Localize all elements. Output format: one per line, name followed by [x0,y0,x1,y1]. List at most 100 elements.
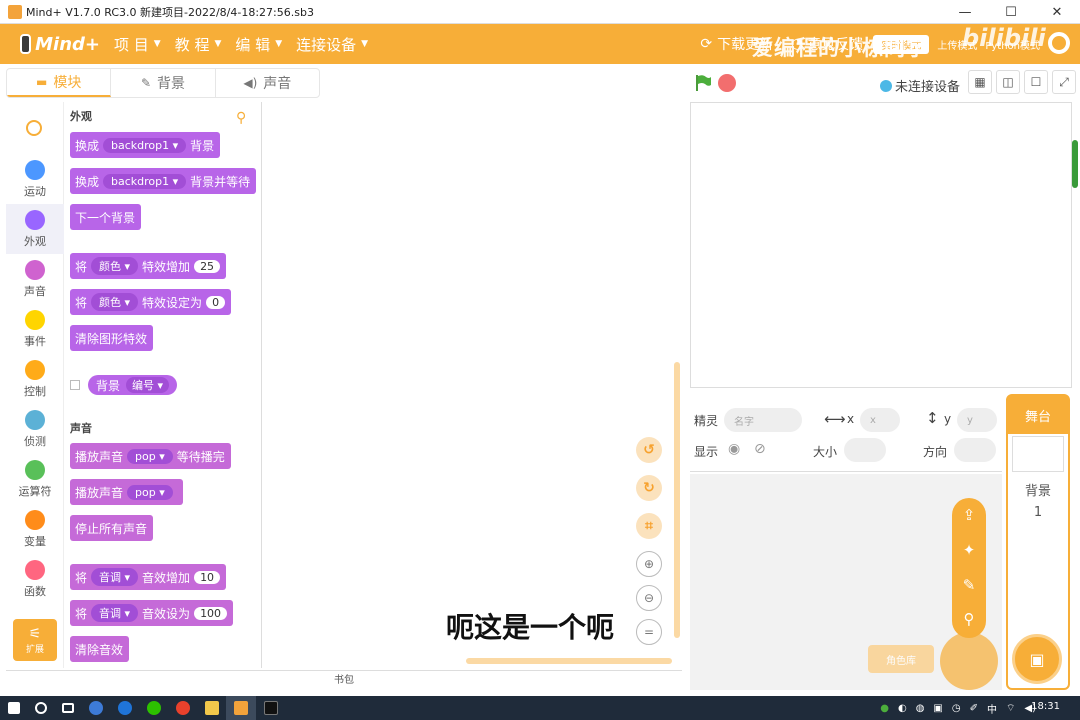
category-operators[interactable]: 运算符 [6,454,64,504]
backdrop-dropdown[interactable]: backdrop1 ▾ [103,173,187,189]
tab-backdrops[interactable]: ✎ 背景 [111,69,216,97]
zoom-reset-icon[interactable]: = [636,619,662,645]
upload-sprite-icon[interactable]: ⇪ [958,504,980,526]
effect-value-input[interactable]: 0 [206,295,226,309]
block-set-effect[interactable]: 将颜色 ▾ 特效设定为 0 [70,289,232,315]
horizontal-scrollbar[interactable] [466,658,672,664]
backpack-bar[interactable]: 书包 [6,670,682,692]
direction-input[interactable] [954,438,996,462]
block-play-sound-until-done[interactable]: 播放声音 pop ▾ 等待播完 [70,443,231,469]
green-flag-icon[interactable] [694,74,712,92]
add-sprite-cat-icon[interactable] [940,632,998,690]
menu-project[interactable]: 项 目 ▼ [114,34,161,55]
task-view-icon[interactable] [62,703,74,713]
pitch-dropdown[interactable]: 音调 ▾ [91,604,139,622]
edge-icon[interactable] [118,701,132,715]
sprite-name-input[interactable]: 名字 [724,408,802,432]
add-backdrop-icon[interactable]: ▣ [1012,634,1062,684]
app-taskbar-icon[interactable] [264,701,278,715]
chrome-icon[interactable] [176,701,190,715]
y-input[interactable]: y [957,408,997,432]
window-scroll-indicator[interactable] [1072,140,1078,188]
connection-status[interactable]: 未连接设备 [880,76,960,95]
undo-icon[interactable]: ↺ [636,437,662,463]
maximize-button[interactable]: ☐ [988,0,1034,24]
network-icon[interactable]: ⌔ [1006,702,1015,715]
pitch-amount-input[interactable]: 10 [194,570,221,584]
effect-dropdown[interactable]: 颜色 ▾ [91,293,139,311]
effect-amount-input[interactable]: 25 [194,259,221,273]
block-next-backdrop[interactable]: 下一个背景 [70,204,142,230]
pitch-value-input[interactable]: 100 [194,606,228,620]
pin-icon[interactable]: ⚲ [236,110,246,126]
redo-icon[interactable]: ↻ [636,475,662,501]
stage-thumbnail[interactable] [1012,436,1064,472]
sound-dropdown[interactable]: pop ▾ [127,448,173,464]
extension-button[interactable]: ⚟ 扩展 [13,619,57,661]
zoom-in-icon[interactable]: ⊕ [636,551,662,577]
close-button[interactable]: ✕ [1034,0,1080,24]
category-sound[interactable]: 声音 [6,254,64,304]
vertical-scrollbar[interactable] [674,362,680,638]
stage-canvas[interactable] [690,102,1072,388]
block-clear-effects[interactable]: 清除图形特效 [70,325,154,351]
category-control[interactable]: 控制 [6,354,64,404]
block-switch-backdrop-wait[interactable]: 换成 backdrop1 ▾ 背景并等待 [70,168,257,194]
effect-dropdown[interactable]: 颜色 ▾ [91,257,139,275]
category-functions[interactable]: 函数 [6,554,64,604]
reporter-checkbox[interactable] [70,380,80,390]
paint-sprite-icon[interactable]: ✎ [958,574,980,596]
pen-icon[interactable]: ✐ [970,703,978,714]
tray-app-icon[interactable]: ● [880,703,889,714]
zoom-out-icon[interactable]: ⊖ [636,585,662,611]
x-input[interactable]: x [860,408,900,432]
windows-start-icon[interactable] [8,702,20,714]
tab-sounds[interactable]: ◀) 声音 [216,69,319,97]
tab-blocks[interactable]: ▬ 模块 [7,69,112,97]
script-area[interactable]: ↺ ↻ ⌗ ⊕ ⊖ = 呃这是一个呃 [262,102,682,668]
pitch-dropdown[interactable]: 音调 ▾ [91,568,139,586]
small-stage-icon[interactable]: ▦ [968,70,992,94]
backdrop-dropdown[interactable]: backdrop1 ▾ [103,137,187,153]
wechat-icon[interactable] [147,701,161,715]
block-switch-backdrop[interactable]: 换成 backdrop1 ▾ 背景 [70,132,221,158]
backdrop-number-dropdown[interactable]: 编号 ▾ [126,377,170,393]
eye-icon[interactable]: ◉ [728,441,740,457]
menu-connect-device[interactable]: 连接设备 ▼ [296,34,368,55]
block-set-pitch[interactable]: 将音调 ▾ 音效设为 100 [70,600,234,626]
category-sensing[interactable]: 侦测 [6,404,64,454]
category-events[interactable]: 事件 [6,304,64,354]
search-icon[interactable] [26,120,42,136]
size-input[interactable] [844,438,886,462]
category-motion[interactable]: 运动 [6,154,64,204]
tray-app-icon[interactable]: ◐ [898,703,907,714]
ime-indicator[interactable]: 中 [987,701,997,716]
stop-icon[interactable] [718,74,736,92]
medium-stage-icon[interactable]: ◫ [996,70,1020,94]
category-looks[interactable]: 外观 [6,204,64,254]
block-backdrop-reporter[interactable]: 背景 编号 ▾ [88,375,178,395]
mindplus-taskbar-button[interactable] [226,696,256,720]
search-sprite-icon[interactable]: ⚲ [958,608,980,630]
menu-tutorial[interactable]: 教 程 ▼ [175,34,222,55]
browser-icon[interactable] [89,701,103,715]
tray-app-icon[interactable]: ▣ [933,703,942,714]
block-stop-all-sounds[interactable]: 停止所有声音 [70,515,154,541]
search-icon[interactable] [35,702,47,714]
sound-dropdown[interactable]: pop ▾ [127,484,173,500]
menu-edit[interactable]: 编 辑 ▼ [235,34,282,55]
surprise-sprite-icon[interactable]: ✦ [958,539,980,561]
clock[interactable]: 18:31 [1031,701,1060,712]
block-change-pitch[interactable]: 将音调 ▾ 音效增加 10 [70,564,227,590]
large-stage-icon[interactable]: ☐ [1024,70,1048,94]
block-change-effect[interactable]: 将颜色 ▾ 特效增加 25 [70,253,227,279]
tray-app-icon[interactable]: ◍ [916,703,925,714]
block-start-sound[interactable]: 播放声音 pop ▾ [70,479,183,505]
fullscreen-icon[interactable]: ⤢ [1052,70,1076,94]
block-clear-sound-effects[interactable]: 清除音效 [70,636,130,662]
minimize-button[interactable]: — [942,0,988,24]
crop-icon[interactable]: ⌗ [636,513,662,539]
file-explorer-icon[interactable] [205,701,219,715]
category-variables[interactable]: 变量 [6,504,64,554]
eye-closed-icon[interactable]: ⊘ [754,441,766,457]
